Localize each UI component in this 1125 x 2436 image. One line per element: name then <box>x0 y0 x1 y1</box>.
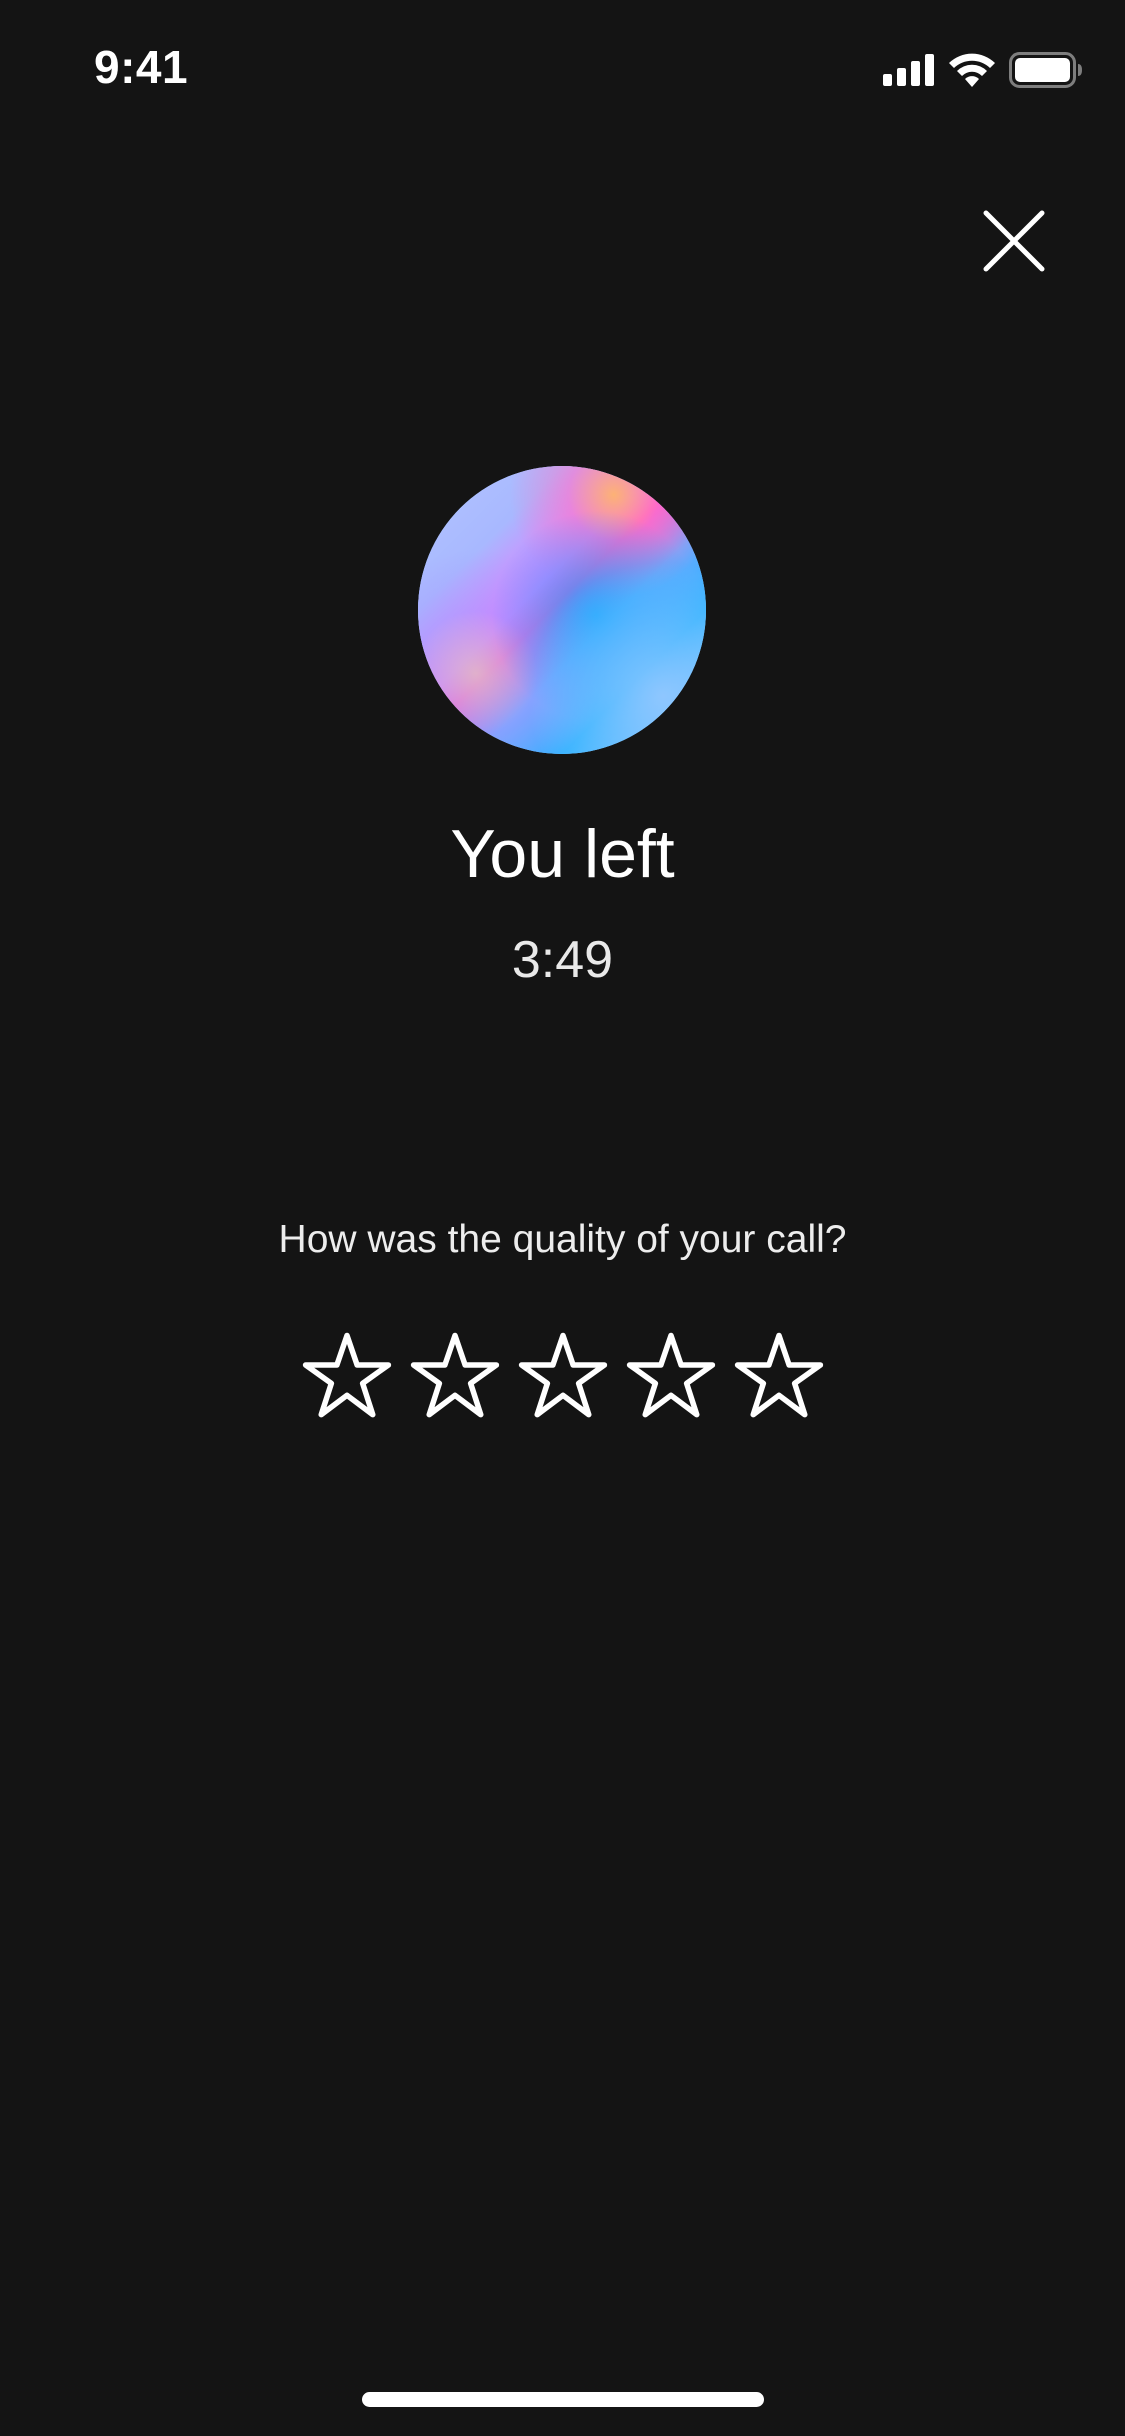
star-1-icon[interactable] <box>301 1330 393 1422</box>
status-icons <box>883 50 1083 90</box>
star-2-icon[interactable] <box>409 1330 501 1422</box>
status-time: 9:41 <box>94 41 189 93</box>
call-status-title: You left <box>450 816 675 892</box>
battery-icon <box>1009 52 1082 88</box>
close-button[interactable] <box>978 205 1050 277</box>
call-duration: 3:49 <box>511 931 614 989</box>
star-5-icon[interactable] <box>733 1330 825 1422</box>
close-icon <box>983 210 1045 272</box>
star-3-icon[interactable] <box>517 1330 609 1422</box>
home-indicator[interactable] <box>362 2392 764 2407</box>
cellular-signal-icon <box>883 54 934 86</box>
wifi-icon <box>949 53 995 87</box>
call-avatar <box>418 466 706 754</box>
star-rating <box>0 1330 1125 1422</box>
status-bar: 9:41 <box>0 0 1125 132</box>
star-4-icon[interactable] <box>625 1330 717 1422</box>
quality-question: How was the quality of your call? <box>278 1218 847 1261</box>
